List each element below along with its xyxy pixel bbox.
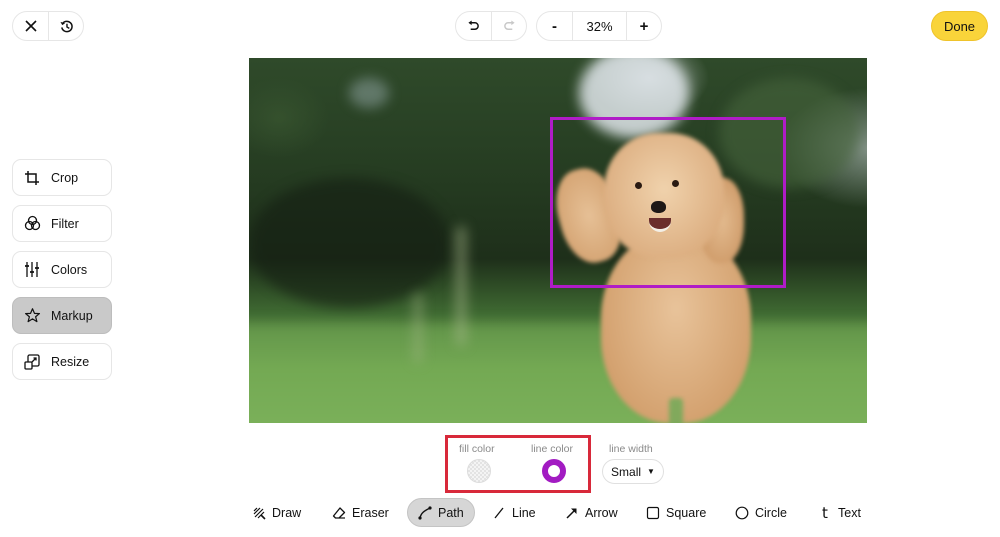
grass-band — [249, 323, 867, 423]
sidebar-item-filter[interactable]: Filter — [12, 205, 112, 242]
redo-icon — [503, 19, 515, 30]
tool-text[interactable]: t Text — [808, 498, 871, 527]
tool-line[interactable]: Line — [482, 498, 546, 527]
sidebar-item-label: Markup — [51, 308, 93, 323]
sidebar-item-label: Resize — [51, 354, 90, 369]
tool-square[interactable]: Square — [636, 498, 716, 527]
tool-label: Draw — [272, 505, 302, 520]
sidebar-item-markup[interactable]: Markup — [12, 297, 112, 334]
close-button[interactable] — [13, 12, 48, 40]
redo-button[interactable] — [491, 12, 526, 40]
caret-down-icon: ▼ — [647, 467, 655, 476]
zoom-out-button[interactable]: - — [537, 12, 572, 40]
crop-icon — [23, 169, 41, 187]
filter-icon — [23, 215, 41, 233]
background-bokeh — [579, 58, 689, 138]
path-icon — [418, 505, 432, 520]
dog-head — [604, 133, 724, 258]
done-button[interactable]: Done — [931, 11, 988, 41]
dandelion — [414, 293, 422, 363]
image-canvas[interactable] — [249, 58, 867, 423]
sidebar-item-label: Crop — [51, 170, 79, 185]
tool-label: Square — [666, 505, 707, 520]
x-icon — [24, 20, 37, 32]
sidebar-item-label: Colors — [51, 262, 88, 277]
dandelion — [456, 226, 466, 346]
tool-circle[interactable]: Circle — [725, 498, 797, 527]
line-icon — [492, 506, 506, 520]
tool-label: Text — [838, 505, 861, 520]
background-bokeh — [719, 78, 859, 188]
resize-icon — [23, 353, 41, 371]
eraser-icon — [332, 506, 346, 520]
line-color-swatch[interactable] — [542, 459, 566, 483]
sidebar-item-crop[interactable]: Crop — [12, 159, 112, 196]
line-color-label: line color — [531, 443, 574, 455]
history-icon — [59, 20, 73, 32]
tool-eraser[interactable]: Eraser — [322, 498, 399, 527]
fill-color-label: fill color — [459, 443, 495, 455]
undo-redo-group — [455, 11, 527, 41]
zoom-controls: - 32% + — [536, 11, 662, 41]
sidebar-item-resize[interactable]: Resize — [12, 343, 112, 380]
zoom-in-button[interactable]: + — [626, 12, 661, 40]
tool-label: Line — [512, 505, 536, 520]
dog-legs-gap — [669, 398, 683, 423]
tool-label: Path — [438, 505, 464, 520]
line-width-select[interactable]: Small ▼ — [602, 459, 664, 484]
circle-icon — [735, 506, 749, 520]
star-icon — [23, 307, 41, 325]
close-history-group — [12, 11, 84, 41]
sidebar: Crop Filter Colors Markup Resize — [12, 159, 112, 389]
draw-icon — [252, 506, 266, 520]
square-icon — [646, 506, 660, 520]
line-width-value: Small — [611, 464, 642, 479]
sidebar-item-label: Filter — [51, 216, 79, 231]
dog-eye-right — [672, 180, 679, 187]
zoom-level: 32% — [572, 12, 626, 40]
tool-path[interactable]: Path — [407, 498, 475, 527]
sliders-icon — [23, 261, 41, 279]
undo-icon — [468, 19, 479, 30]
tool-label: Circle — [755, 505, 787, 520]
tool-label: Arrow — [585, 505, 618, 520]
arrow-icon — [565, 506, 579, 520]
sidebar-item-colors[interactable]: Colors — [12, 251, 112, 288]
history-button[interactable] — [48, 12, 83, 40]
dog-eye-left — [635, 182, 642, 189]
background-bokeh — [349, 78, 389, 108]
tool-draw[interactable]: Draw — [242, 498, 311, 527]
tool-label: Eraser — [352, 505, 389, 520]
markup-toolbar: Draw Eraser Path Line Arrow Square Circl… — [0, 498, 1000, 528]
background-bokeh — [249, 178, 449, 308]
line-width-label: line width — [609, 443, 653, 455]
fill-color-swatch[interactable] — [467, 459, 491, 483]
dog-nose — [651, 201, 666, 213]
undo-button[interactable] — [456, 12, 491, 40]
tool-arrow[interactable]: Arrow — [555, 498, 628, 527]
text-icon: t — [822, 503, 828, 522]
